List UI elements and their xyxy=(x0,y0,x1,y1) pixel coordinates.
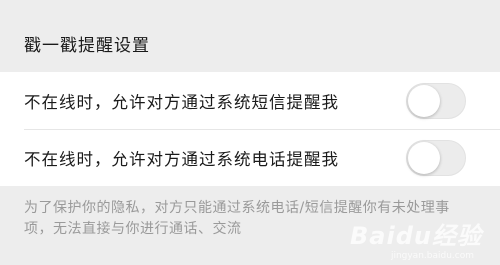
toggle-knob xyxy=(408,141,440,174)
section-title: 戳一戳提醒设置 xyxy=(24,36,150,56)
setting-label-sms: 不在线时，允许对方通过系统短信提醒我 xyxy=(24,92,339,112)
setting-row-sms[interactable]: 不在线时，允许对方通过系统短信提醒我 xyxy=(0,72,500,129)
toggle-knob xyxy=(408,84,440,117)
sms-reminder-toggle[interactable] xyxy=(406,82,466,119)
setting-label-phone: 不在线时，允许对方通过系统电话提醒我 xyxy=(24,149,339,169)
section-header: 戳一戳提醒设置 xyxy=(0,0,500,72)
settings-list: 不在线时，允许对方通过系统短信提醒我 不在线时，允许对方通过系统电话提醒我 xyxy=(0,72,500,186)
watermark-logo: Baidu经验 xyxy=(350,222,482,250)
phone-reminder-toggle[interactable] xyxy=(406,139,466,176)
setting-row-phone[interactable]: 不在线时，允许对方通过系统电话提醒我 xyxy=(0,129,500,186)
watermark-url: jingyan.baidu.com xyxy=(390,251,474,261)
